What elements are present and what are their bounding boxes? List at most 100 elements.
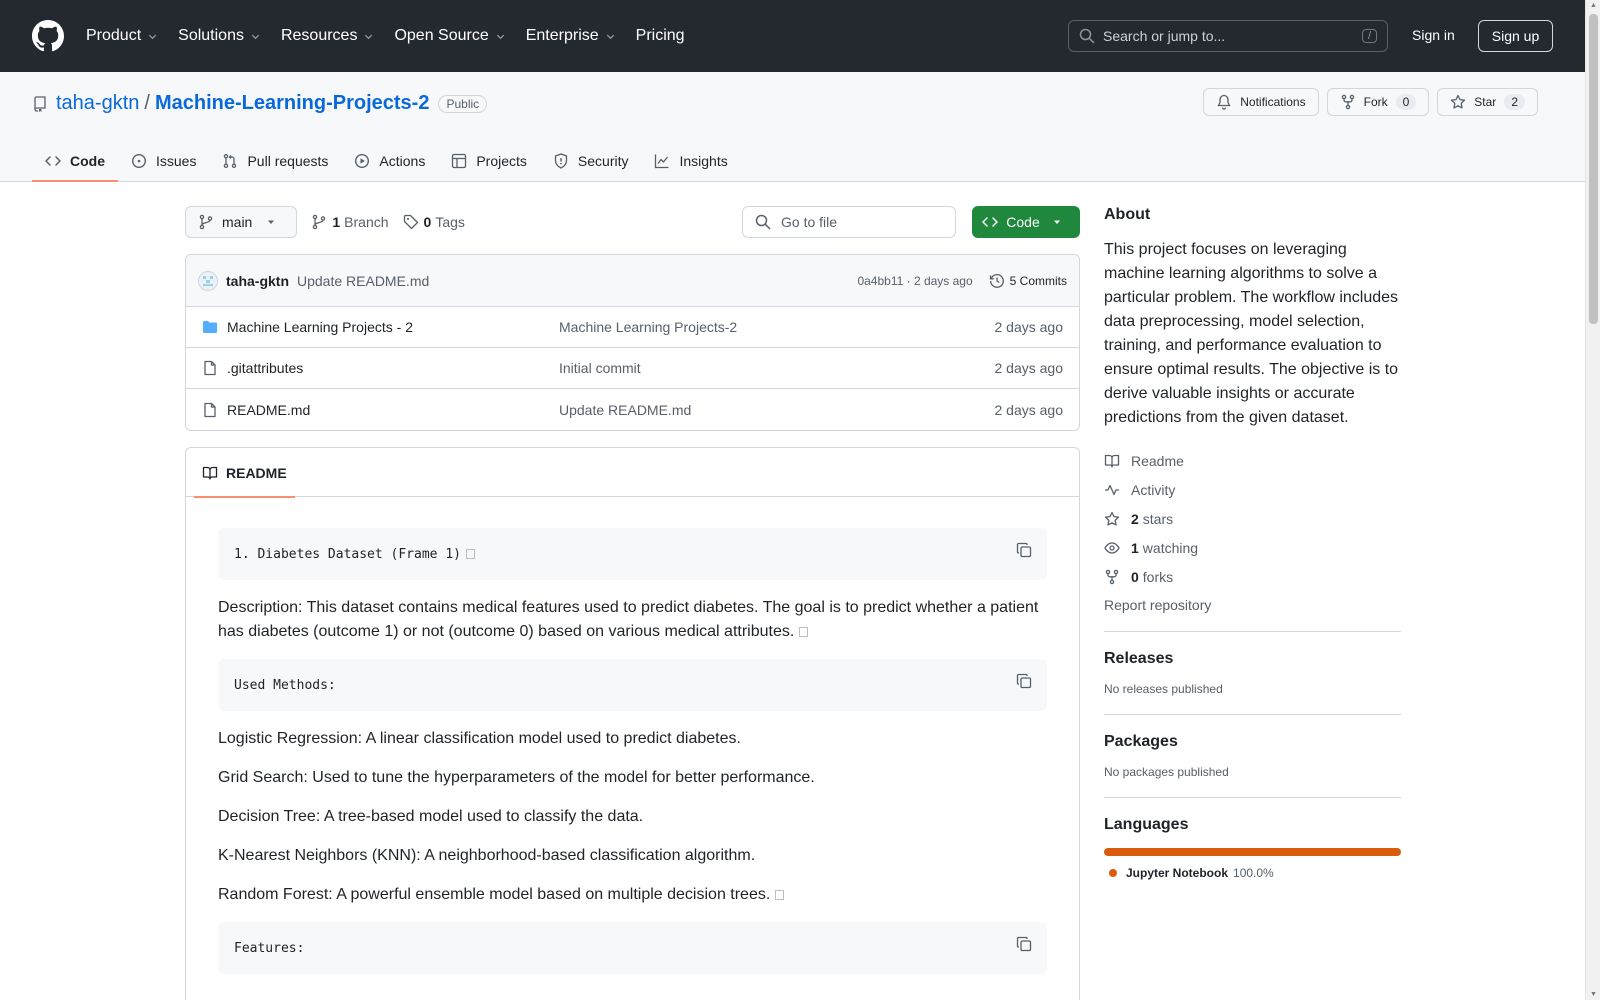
table-icon: [452, 153, 467, 169]
search-icon: [755, 214, 771, 230]
readme-code-block: Used Methods:: [218, 659, 1047, 711]
fork-count: 0: [1395, 94, 1417, 110]
scrollbar-thumb[interactable]: [1589, 14, 1598, 324]
readme-panel: README 1. Diabetes Dataset (Frame 1) Des…: [185, 447, 1080, 1000]
sign-up-button[interactable]: Sign up: [1478, 20, 1553, 52]
branches-link[interactable]: 1 Branch: [311, 214, 389, 230]
readme-paragraph: Grid Search: Used to tune the hyperparam…: [218, 769, 815, 786]
file-row[interactable]: README.md Update README.md 2 days ago: [186, 389, 1079, 430]
file-date: 2 days ago: [994, 319, 1064, 335]
commit-hash-date[interactable]: 0a4bb11 · 2 days ago: [857, 274, 972, 288]
commit-author-link[interactable]: taha-gktn: [226, 273, 289, 289]
notifications-button[interactable]: Notifications: [1203, 88, 1319, 116]
tab-issues[interactable]: Issues: [118, 140, 209, 182]
repo-path-separator: /: [144, 92, 150, 114]
tags-link[interactable]: 0 Tags: [403, 214, 465, 230]
copy-icon[interactable]: [1016, 542, 1032, 558]
copy-icon[interactable]: [1016, 673, 1032, 689]
file-row[interactable]: .gitattributes Initial commit 2 days ago: [186, 348, 1079, 389]
tab-insights[interactable]: Insights: [641, 140, 740, 182]
github-logo-icon[interactable]: [32, 20, 64, 52]
star-icon: [1104, 511, 1120, 526]
forks-link[interactable]: 0 forks: [1104, 562, 1401, 591]
file-commit-link[interactable]: Machine Learning Projects-2: [559, 319, 737, 335]
code-icon: [45, 156, 61, 166]
file-list: taha-gktn Update README.md 0a4bb11 · 2 d…: [185, 254, 1080, 431]
readme-tabbar: README: [186, 448, 1079, 498]
nav-product[interactable]: Product: [86, 27, 158, 45]
readme-body: 1. Diabetes Dataset (Frame 1) Descriptio…: [186, 497, 1079, 1000]
tab-projects[interactable]: Projects: [438, 140, 540, 182]
tab-readme[interactable]: README: [194, 448, 295, 498]
go-to-file-input[interactable]: Go to file: [742, 206, 956, 238]
scroll-up-arrow-icon[interactable]: ▲: [1590, 2, 1597, 9]
star-button[interactable]: Star 2: [1437, 88, 1538, 116]
avatar[interactable]: [198, 270, 218, 291]
fork-icon: [1105, 569, 1119, 584]
shield-icon: [554, 153, 568, 169]
chevron-down-icon: [148, 34, 157, 39]
graph-icon: [655, 154, 669, 169]
readme-paragraph: Decision Tree: A tree-based model used t…: [218, 808, 644, 825]
chevron-down-icon: [606, 34, 614, 39]
visibility-badge: Public: [438, 94, 488, 113]
releases-heading[interactable]: Releases: [1104, 650, 1401, 668]
sign-in-link[interactable]: Sign in: [1412, 27, 1455, 43]
search-icon: [1079, 28, 1095, 44]
search-shortcut-key: /: [1361, 29, 1377, 43]
nav-resources[interactable]: Resources: [281, 27, 374, 45]
repo-title: taha-gktn / Machine-Learning-Projects-2 …: [32, 92, 488, 115]
about-description: This project focuses on leveraging machi…: [1104, 241, 1399, 426]
repo-name-link[interactable]: Machine-Learning-Projects-2: [155, 92, 430, 115]
activity-link[interactable]: Activity: [1104, 475, 1401, 504]
book-icon: [1104, 454, 1120, 468]
file-name-link[interactable]: README.md: [227, 402, 559, 418]
repo-icon: [34, 95, 46, 112]
commit-message-link[interactable]: Update README.md: [297, 273, 429, 289]
tab-actions[interactable]: Actions: [341, 140, 438, 182]
fork-button[interactable]: Fork 0: [1326, 88, 1430, 116]
readme-paragraph: Logistic Regression: A linear classifica…: [218, 730, 741, 747]
file-name-link[interactable]: Machine Learning Projects - 2: [227, 319, 559, 335]
stars-link[interactable]: 2 stars: [1104, 504, 1401, 533]
watching-link[interactable]: 1 watching: [1104, 533, 1401, 562]
copy-icon[interactable]: [1016, 936, 1032, 952]
language-bar: [1104, 848, 1401, 856]
file-commit-link[interactable]: Initial commit: [559, 360, 641, 376]
file-toolbar: main 1 Branch 0 Tags Go to file Code: [185, 206, 1080, 238]
packages-heading[interactable]: Packages: [1104, 733, 1401, 751]
file-row[interactable]: Machine Learning Projects - 2 Machine Le…: [186, 307, 1079, 348]
nav-solutions[interactable]: Solutions: [178, 27, 261, 45]
global-search-input[interactable]: Search or jump to... /: [1068, 20, 1388, 52]
language-item[interactable]: Jupyter Notebook 100.0%: [1104, 866, 1401, 880]
book-icon: [202, 466, 218, 480]
tab-pull-requests[interactable]: Pull requests: [209, 140, 341, 182]
commits-history-link[interactable]: 5 Commits: [989, 273, 1067, 289]
page-scrollbar[interactable]: ▲ ▼: [1585, 0, 1600, 1000]
pull-request-icon: [224, 153, 237, 169]
global-header: Product Solutions Resources Open Source …: [0, 0, 1585, 72]
nav-enterprise[interactable]: Enterprise: [526, 27, 616, 45]
file-commit-link[interactable]: Update README.md: [559, 402, 691, 418]
code-dropdown-button[interactable]: Code: [972, 206, 1080, 238]
tab-code[interactable]: Code: [32, 140, 118, 182]
readme-code-block: 1. Diabetes Dataset (Frame 1): [218, 528, 1047, 580]
file-icon: [204, 402, 216, 417]
about-heading: About: [1104, 206, 1151, 223]
file-name-link[interactable]: .gitattributes: [227, 360, 559, 376]
nav-open-source[interactable]: Open Source: [394, 27, 505, 45]
languages-heading: Languages: [1104, 816, 1189, 833]
nav-pricing[interactable]: Pricing: [636, 27, 685, 45]
repo-actions: Notifications Fork 0 Star 2: [1203, 88, 1538, 116]
report-repository-link[interactable]: Report repository: [1104, 597, 1401, 613]
code-icon: [982, 217, 999, 227]
scroll-down-arrow-icon[interactable]: ▼: [1590, 991, 1597, 998]
tab-security[interactable]: Security: [540, 140, 642, 182]
main-content: main 1 Branch 0 Tags Go to file Code tah…: [185, 206, 1080, 1000]
releases-empty-text: No releases published: [1104, 682, 1223, 696]
readme-link[interactable]: Readme: [1104, 446, 1401, 475]
branch-select[interactable]: main: [185, 206, 298, 238]
repo-owner-link[interactable]: taha-gktn: [56, 92, 139, 115]
readme-code-block: Features:: [218, 922, 1047, 974]
global-nav: Product Solutions Resources Open Source …: [86, 27, 705, 45]
